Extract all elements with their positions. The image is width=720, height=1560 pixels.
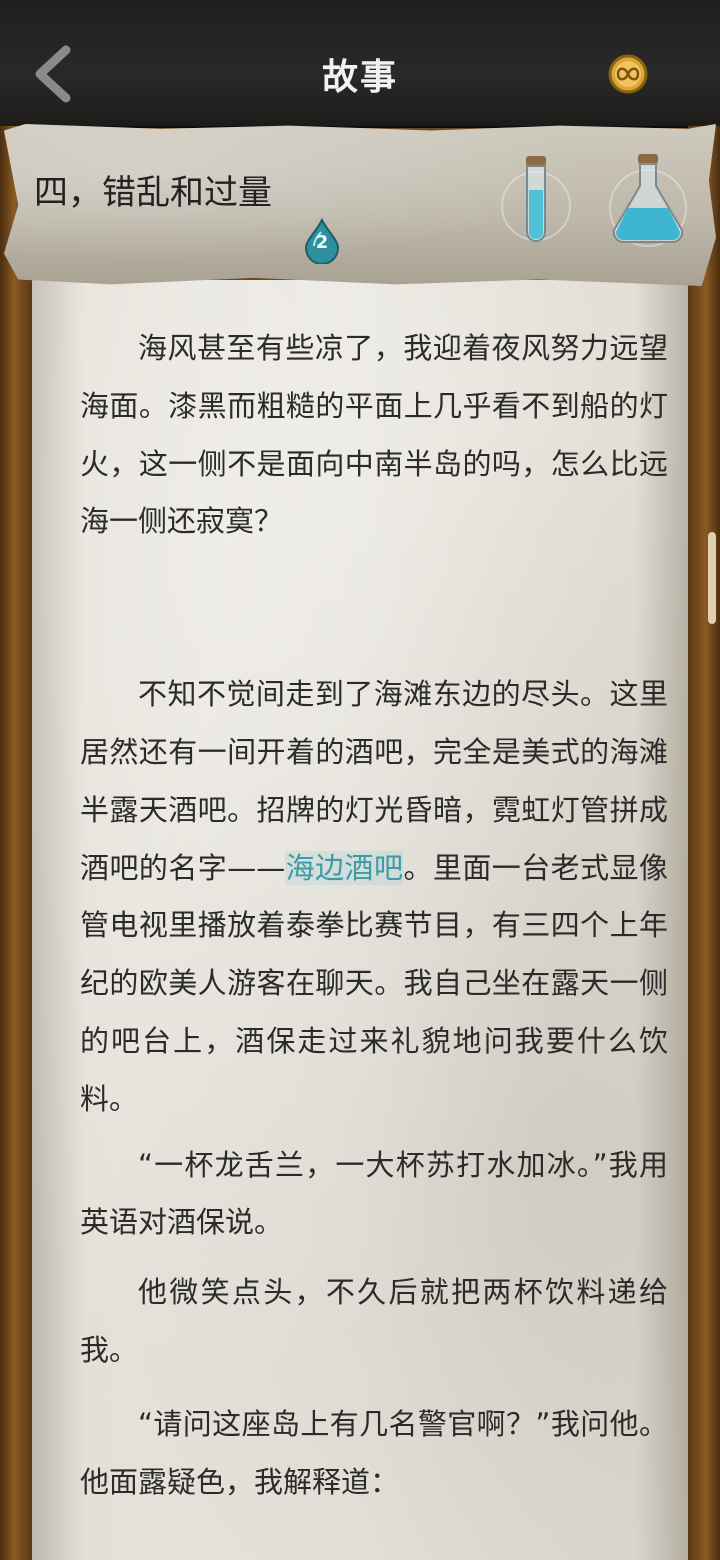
flask-potion-button[interactable] [600, 150, 696, 250]
story-paragraph: “请问这座岛上有几名警官啊？”我问他。他面露疑色，我解释道： [80, 1406, 668, 1499]
wood-frame-left [0, 126, 32, 1560]
keyword-link[interactable]: 海边酒吧 [285, 850, 404, 885]
story-paragraph: 不知不觉间走到了海滩东边的尽头。这里居然还有一间开着的酒吧，完全是美式的海滩半露… [80, 666, 668, 1128]
top-nav-bar: 故事 [0, 0, 720, 128]
story-text-segment: 。里面一台老式显像管电视里播放着泰拳比赛节目，有三四个上年纪的欧美人游客在聊天。… [80, 850, 668, 1116]
drop-count: 2 [315, 232, 329, 253]
round-flask-potion-icon [609, 154, 687, 247]
chapter-title: 四，错乱和过量 [34, 173, 272, 213]
infinity-coin-icon [608, 54, 648, 94]
story-text: 海风甚至有些凉了，我迎着夜风努力远望海面。漆黑而粗糙的平面上几乎看不到船的灯火，… [80, 320, 668, 1511]
test-tube-potion-icon [501, 156, 571, 242]
infinity-coin-button[interactable] [606, 52, 650, 96]
scrollbar-thumb[interactable] [708, 532, 716, 624]
test-tube-potion-button[interactable] [494, 150, 578, 250]
story-paragraph: 他微笑点头，不久后就把两杯饮料递给我。 [80, 1275, 668, 1367]
story-paragraph: 海风甚至有些凉了，我迎着夜风努力远望海面。漆黑而粗糙的平面上几乎看不到船的灯火，… [80, 331, 668, 539]
wood-frame-right [688, 126, 720, 1560]
story-paragraph: “一杯龙舌兰，一大杯苏打水加冰。”我用英语对酒保说。 [80, 1147, 668, 1240]
